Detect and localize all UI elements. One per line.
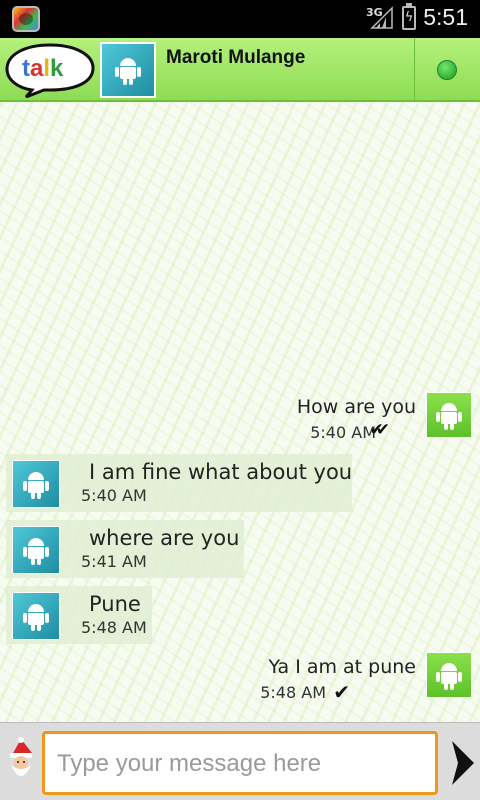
clock: 5:51 — [423, 4, 468, 30]
signal-icon — [370, 6, 393, 29]
message-time: 5:40 AM — [310, 423, 376, 442]
message-incoming: I am fine what about you 5:40 AM — [6, 454, 352, 512]
android-icon — [23, 472, 49, 499]
contact-name: Maroti Mulange — [166, 47, 306, 68]
my-avatar — [426, 652, 472, 698]
svg-text:talk: talk — [22, 55, 64, 82]
talk-notification-icon — [12, 6, 40, 32]
online-status-indicator — [437, 60, 457, 80]
message-time: 5:48 AM — [81, 618, 147, 637]
message-time: 5:40 AM — [81, 486, 147, 505]
message-input[interactable] — [57, 742, 427, 786]
header-divider — [414, 38, 415, 100]
message-text: where are you — [89, 526, 240, 550]
android-icon — [115, 58, 141, 85]
message-text: Ya I am at pune — [268, 656, 416, 678]
chat-header: talk Maroti Mulange — [0, 38, 480, 102]
message-time: 5:48 AM — [260, 683, 326, 702]
sent-check-icon: ✔ — [333, 680, 350, 704]
message-text: Pune — [89, 592, 141, 616]
android-icon — [23, 538, 49, 565]
contact-avatar — [12, 526, 60, 574]
chat-messages[interactable]: How are you 5:40 AM ✔✔ I am fine what ab… — [0, 102, 480, 722]
message-text: How are you — [296, 396, 416, 418]
status-bar: 3G ϟ 5:51 — [0, 0, 480, 38]
talk-logo[interactable]: talk — [4, 42, 96, 98]
contact-avatar — [12, 592, 60, 640]
composer-bar — [0, 722, 480, 800]
contact-avatar[interactable] — [100, 42, 156, 98]
my-avatar — [426, 392, 472, 438]
message-time: 5:41 AM — [81, 552, 147, 571]
contact-avatar — [12, 460, 60, 508]
android-icon — [436, 403, 462, 430]
battery-icon: ϟ — [402, 3, 416, 30]
message-outgoing: Ya I am at pune 5:48 AM ✔ — [0, 650, 480, 704]
message-incoming: Pune 5:48 AM — [6, 586, 152, 644]
emoticon-santa-icon[interactable] — [6, 737, 36, 787]
android-icon — [23, 604, 49, 631]
message-input-container — [42, 731, 438, 795]
message-incoming: where are you 5:41 AM — [6, 520, 244, 578]
delivered-check-icon: ✔✔ — [369, 420, 390, 440]
android-icon — [436, 663, 462, 690]
message-text: I am fine what about you — [89, 460, 353, 484]
message-outgoing: How are you 5:40 AM ✔✔ — [0, 392, 480, 444]
send-arrow-icon[interactable] — [448, 739, 476, 787]
